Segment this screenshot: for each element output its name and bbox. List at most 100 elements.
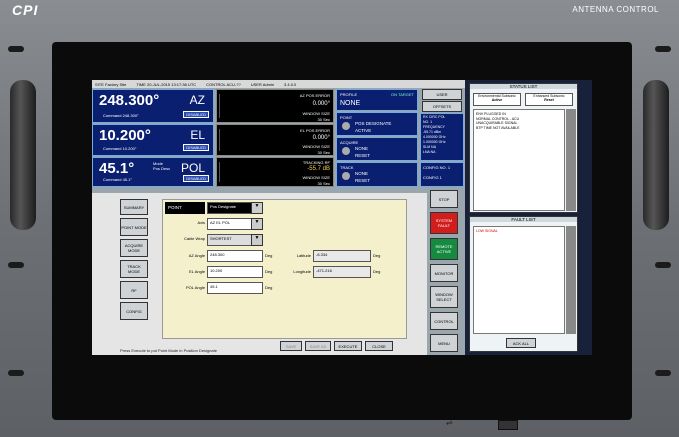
- rack-slot-icon: [655, 262, 671, 268]
- track-label: TRACK: [340, 165, 354, 170]
- fault-list-box: LOW SIGNAL: [473, 226, 565, 334]
- tracking-trend-title: TRACKING RF: [302, 160, 330, 165]
- stop-button[interactable]: STOP: [430, 190, 458, 208]
- menu-button[interactable]: MENU: [430, 334, 458, 352]
- nav-config-button[interactable]: CONFIG: [120, 302, 148, 320]
- pol-angle-input[interactable]: 45.1: [207, 282, 263, 294]
- config-name: CONFIG 1: [423, 175, 442, 180]
- el-trend-chart: EL POS ERROR 0.000° WINDOW SIZE 30 Sec: [216, 124, 334, 156]
- az-value: 248.300°: [99, 92, 160, 109]
- rx-info-panel: RX CIRC POL NO. 1 FREQUENCY -55.71 dBm 4…: [420, 113, 464, 161]
- execute-button[interactable]: EXECUTE: [334, 341, 362, 351]
- el-angle-input[interactable]: 10.200: [207, 266, 263, 278]
- pol-mode: Mode Pos Desc: [153, 161, 171, 171]
- tracking-trend-value: -55.7 dB: [307, 166, 330, 172]
- acquire-indicator-icon: [342, 147, 350, 155]
- close-button[interactable]: CLOSE: [365, 341, 393, 351]
- chevron-down-icon[interactable]: ▼: [251, 218, 263, 230]
- fault-list-panel: FAULT LIST LOW SIGNAL ACK ALL: [469, 216, 578, 352]
- el-axis-label: EL: [190, 128, 205, 142]
- list-item: LOW SIGNAL: [476, 229, 498, 233]
- pol-disabled-button[interactable]: DISABLED: [183, 175, 209, 182]
- track-indicator-icon: [342, 172, 350, 180]
- version-label: 3.4.0.0: [284, 81, 297, 87]
- point-status-panel[interactable]: POINT POS DESIGNATE ACTIVE: [336, 112, 418, 136]
- ack-all-button[interactable]: ACK ALL: [506, 338, 536, 348]
- model-label: ANTENNA CONTROL: [572, 5, 659, 14]
- nav-acquire-mode-button[interactable]: ACQUIRE MODE: [120, 239, 148, 257]
- el-disabled-button[interactable]: DISABLED: [183, 144, 209, 151]
- az-trend-chart: AZ POS ERROR 0.000° WINDOW SIZE 30 Sec: [216, 89, 334, 123]
- enhanced-subsonic-status[interactable]: Enhanced Subsonic Reset: [525, 93, 573, 106]
- nav-rf-button[interactable]: RF: [120, 281, 148, 299]
- user-label: USER Admin: [250, 81, 275, 87]
- fault-scrollbar[interactable]: [566, 226, 576, 334]
- offsets-button[interactable]: OFFSETS: [422, 101, 462, 112]
- acu-screen: SITE Factory Site TIME 20-JUL-2015 13:17…: [92, 80, 592, 355]
- az-trend-value: 0.000°: [312, 101, 330, 107]
- chevron-down-icon[interactable]: ▼: [251, 234, 263, 246]
- profile-value: NONE: [340, 100, 361, 107]
- system-fault-button[interactable]: SYSTEM FAULT: [430, 212, 458, 234]
- config-panel[interactable]: CONFIG NO. 1 CONFIG 1: [420, 162, 464, 187]
- monitor-button[interactable]: MONITOR: [430, 264, 458, 282]
- el-angle-unit: Deg: [265, 269, 273, 274]
- latitude-input[interactable]: -6.334: [313, 250, 371, 262]
- control-button[interactable]: CONTROL: [430, 312, 458, 330]
- status-hint: Press Execute to put Point Mode in Posit…: [120, 348, 217, 353]
- el-panel: 10.200° EL Command 10.200° DISABLED: [92, 124, 214, 156]
- el-trend-window-label: WINDOW SIZE: [302, 144, 330, 149]
- save-button[interactable]: SAVE: [280, 341, 302, 351]
- latitude-unit: Deg: [373, 253, 381, 258]
- pol-value: 45.1°: [99, 160, 135, 177]
- az-disabled-button[interactable]: DISABLED: [183, 111, 209, 118]
- track-status-panel[interactable]: TRACK NONE RESET: [336, 162, 418, 187]
- tracking-trend-window: 30 Sec: [317, 181, 330, 186]
- environmental-subsonic-status[interactable]: Environmental Subsonic Active: [473, 93, 521, 106]
- usb-port: [498, 420, 518, 430]
- tracking-trend-chart: TRACKING RF -55.7 dB WINDOW SIZE 30 Sec: [216, 157, 334, 187]
- usb-icon: ⇌: [446, 418, 453, 427]
- site-label: SITE Factory Site: [95, 81, 127, 87]
- status-list-title: STATUS LIST: [470, 84, 577, 89]
- status-list-panel: STATUS LIST Environmental Subsonic Active…: [469, 83, 578, 213]
- az-trend-title: AZ POS ERROR: [299, 93, 330, 98]
- save-as-button[interactable]: SAVE AS: [305, 341, 331, 351]
- rack-slot-icon: [655, 370, 671, 376]
- right-handle: [643, 80, 669, 230]
- el-trend-title: EL POS ERROR: [300, 128, 330, 133]
- point-indicator-icon: [342, 122, 350, 130]
- az-command: Command 248.300°: [103, 113, 139, 118]
- pol-panel: 45.1° POL Mode Pos Desc Command 45.1° DIS…: [92, 157, 214, 187]
- longitude-input[interactable]: -471.216: [313, 266, 371, 278]
- tracking-trend-plot: [219, 162, 291, 182]
- acquire-reset: RESET: [355, 153, 371, 158]
- rack-slot-icon: [655, 46, 671, 52]
- longitude-unit: Deg: [373, 269, 381, 274]
- point-mode-window: SUMMARY POINT MODE ACQUIRE MODE TRACK MO…: [92, 193, 427, 355]
- axis-label: Axis: [197, 220, 205, 225]
- status-list-box: ENV PLUGGED IN NORMAL CONTROL - ACU UNAC…: [473, 109, 565, 211]
- user-button[interactable]: USER: [422, 89, 462, 100]
- top-status-bar: SITE Factory Site TIME 20-JUL-2015 13:17…: [92, 80, 465, 88]
- el-value: 10.200°: [99, 127, 151, 144]
- remote-active-button[interactable]: REMOTE ACTIVE: [430, 238, 458, 260]
- rack-slot-icon: [8, 262, 24, 268]
- profile-panel: PROFILE ON TARGET NONE: [336, 89, 418, 111]
- point-label: POINT: [340, 115, 353, 120]
- nav-point-mode-button[interactable]: POINT MODE: [120, 218, 148, 236]
- nav-summary-button[interactable]: SUMMARY: [120, 199, 148, 215]
- longitude-label: Longitude: [293, 269, 311, 274]
- chevron-down-icon[interactable]: ▼: [251, 202, 263, 214]
- az-axis-label: AZ: [189, 93, 205, 107]
- on-target-label: ON TARGET: [391, 92, 414, 97]
- nav-track-mode-button[interactable]: TRACK MODE: [120, 260, 148, 278]
- acquire-label: ACQUIRE: [340, 140, 359, 145]
- pol-angle-label: POL Angle: [186, 285, 205, 290]
- pol-axis-label: POL: [180, 161, 205, 175]
- window-select-button[interactable]: WINDOW SELECT: [430, 286, 458, 308]
- az-angle-input[interactable]: 248.300: [207, 250, 263, 262]
- el-trend-window: 30 Sec: [317, 150, 330, 155]
- acquire-status-panel[interactable]: ACQUIRE NONE RESET: [336, 137, 418, 161]
- status-scrollbar[interactable]: [566, 109, 576, 211]
